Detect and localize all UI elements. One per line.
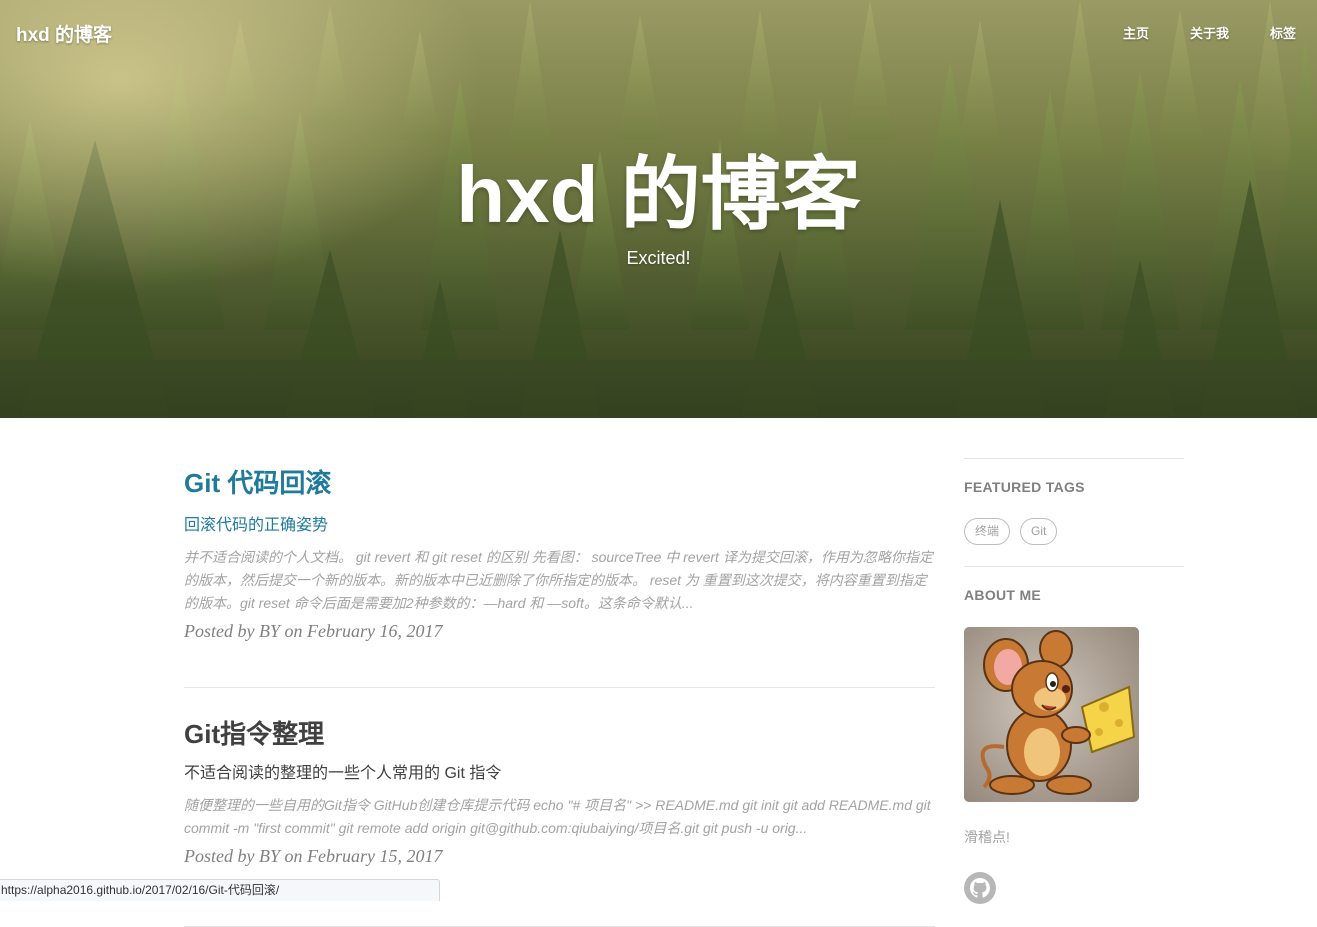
github-button[interactable] <box>964 872 996 904</box>
nav-item-tags[interactable]: 标签 <box>1270 23 1296 42</box>
post-subtitle[interactable]: 不适合阅读的整理的一些个人常用的 Git 指令 <box>184 763 935 785</box>
post-excerpt[interactable]: 随便整理的一些自用的Git指令 GitHub创建仓库提示代码 echo "# 项… <box>184 794 935 840</box>
about-heading: ABOUT ME <box>964 587 1042 603</box>
jerry-mouse-avatar-image <box>980 630 1136 795</box>
post-subtitle[interactable]: 回滚代码的正确姿势 <box>184 515 935 537</box>
post-title-link[interactable]: Git指令整理 <box>184 716 935 752</box>
post-excerpt[interactable]: 并不适合阅读的个人文档。 git revert 和 git reset 的区别 … <box>184 546 935 615</box>
avatar[interactable] <box>964 627 1139 802</box>
nav-item-about[interactable]: 关于我 <box>1190 23 1229 42</box>
hero-title: hxd 的博客 <box>456 150 861 239</box>
browser-status-bar: https://alpha2016.github.io/2017/02/16/G… <box>0 879 440 901</box>
about-section: ABOUT ME 滑稽点! <box>964 567 1184 904</box>
featured-tags-heading: FEATURED TAGS <box>964 479 1085 495</box>
github-icon <box>970 878 990 898</box>
about-text: 滑稽点! <box>964 829 1010 845</box>
post-meta: Posted by BY on February 15, 2017 <box>184 846 443 866</box>
post-list: Git 代码回滚 回滚代码的正确姿势 并不适合阅读的个人文档。 git reve… <box>184 448 935 927</box>
post-title-link[interactable]: Git 代码回滚 <box>184 465 935 501</box>
hero-banner: hxd 的博客 主页 关于我 标签 hxd 的博客 Excited! <box>0 0 1317 418</box>
post-meta: Posted by BY on February 16, 2017 <box>184 621 443 641</box>
hero-subtitle: Excited! <box>626 248 691 268</box>
tag-git[interactable]: Git <box>1020 518 1058 545</box>
nav-item-home[interactable]: 主页 <box>1123 23 1149 42</box>
site-heading: hxd 的博客 Excited! <box>0 145 1317 270</box>
brand-link[interactable]: hxd 的博客 <box>16 20 112 47</box>
featured-tags-section: FEATURED TAGS 终端 Git <box>964 459 1184 566</box>
top-nav: 主页 关于我 标签 <box>1082 23 1296 42</box>
post-divider <box>184 687 935 688</box>
tag-list: 终端 Git <box>964 518 1184 545</box>
tag-terminal[interactable]: 终端 <box>964 518 1011 545</box>
post-preview: Git 代码回滚 回滚代码的正确姿势 并不适合阅读的个人文档。 git reve… <box>184 465 935 687</box>
sidebar: FEATURED TAGS 终端 Git ABOUT ME 滑稽点! <box>964 458 1184 904</box>
